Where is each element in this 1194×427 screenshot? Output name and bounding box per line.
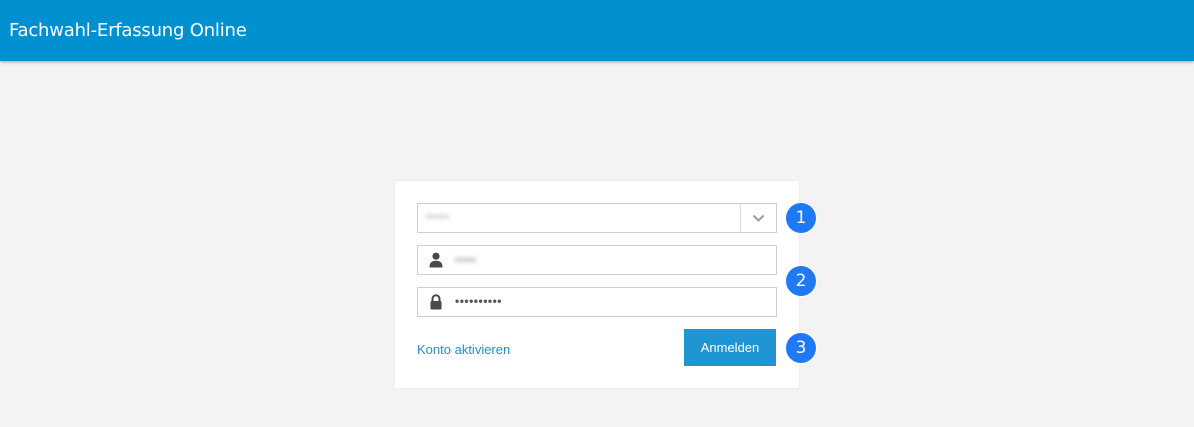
username-field[interactable]: ••••• — [417, 245, 777, 275]
user-icon — [429, 252, 443, 268]
login-button[interactable]: Anmelden — [684, 329, 776, 366]
chevron-down-icon — [752, 214, 765, 222]
step-badge-1: 1 — [786, 203, 816, 233]
password-value: •••••••••• — [455, 294, 503, 308]
select-toggle[interactable] — [741, 204, 776, 232]
lock-icon — [429, 294, 443, 310]
app-title: Fachwahl-Erfassung Online — [9, 20, 247, 41]
login-card: •••••• ••••• •••••••••• Konto aktivieren… — [395, 181, 799, 388]
school-select-value: •••••• — [426, 211, 450, 223]
step-badge-3: 3 — [786, 333, 816, 363]
app-header: Fachwahl-Erfassung Online — [0, 0, 1194, 61]
password-field[interactable]: •••••••••• — [417, 287, 777, 317]
school-select[interactable]: •••••• — [417, 203, 777, 233]
step-badge-2: 2 — [786, 266, 816, 296]
activate-account-link[interactable]: Konto aktivieren — [417, 342, 510, 358]
username-value: ••••• — [455, 253, 477, 267]
